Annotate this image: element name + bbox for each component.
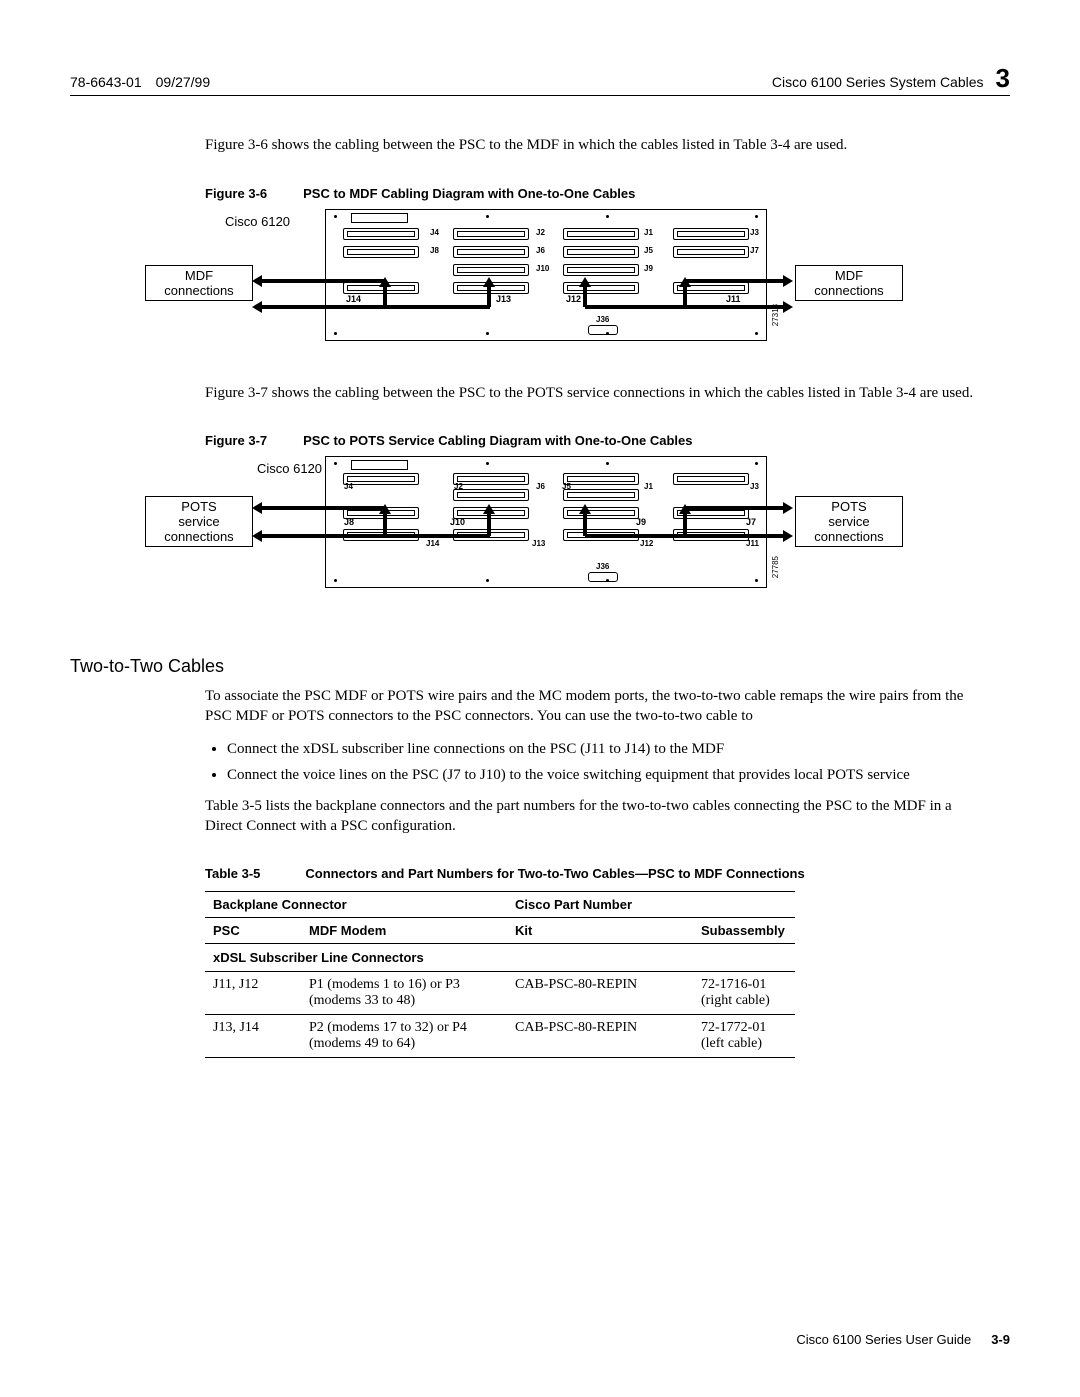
table-3-5-caption: Table 3-5 Connectors and Part Numbers fo… (205, 866, 990, 881)
figure-label: Figure 3-7 (205, 433, 267, 448)
page-header: 78-6643-01 09/27/99 Cisco 6100 Series Sy… (70, 65, 1010, 96)
table-row: J11, J12 P1 (modems 1 to 16) or P3 (mode… (205, 972, 795, 1015)
col-header: Subassembly (693, 918, 795, 944)
section-heading: Two-to-Two Cables (70, 656, 990, 677)
figure-3-6-caption: Figure 3-6 PSC to MDF Cabling Diagram wi… (205, 186, 990, 201)
header-title: Cisco 6100 Series System Cables (772, 74, 984, 90)
document-date: 09/27/99 (156, 74, 211, 90)
device-label: Cisco 6120 (225, 214, 290, 230)
document-id: 78-6643-01 (70, 74, 142, 90)
section-para-1: To associate the PSC MDF or POTS wire pa… (205, 687, 990, 726)
intro-paragraph-1: Figure 3-6 shows the cabling between the… (205, 136, 990, 156)
section-para-2: Table 3-5 lists the backplane connectors… (205, 797, 990, 836)
list-item: Connect the xDSL subscriber line connect… (227, 740, 990, 760)
col-header: PSC (205, 918, 301, 944)
col-header: Kit (507, 918, 693, 944)
table-label: Table 3-5 (205, 866, 260, 881)
col-header: MDF Modem (301, 918, 507, 944)
right-box: POTSserviceconnections (795, 496, 903, 547)
col-header: Cisco Part Number (507, 892, 795, 918)
table-row: J13, J14 P2 (modems 17 to 32) or P4 (mod… (205, 1015, 795, 1058)
chapter-number: 3 (996, 65, 1010, 91)
left-box: MDFconnections (145, 265, 253, 301)
table-3-5: Backplane Connector Cisco Part Number PS… (205, 891, 795, 1058)
list-item: Connect the voice lines on the PSC (J7 t… (227, 766, 990, 786)
page-content: Figure 3-6 shows the cabling between the… (205, 136, 990, 1058)
col-header: Backplane Connector (205, 892, 507, 918)
figure-3-6-diagram: Cisco 6120 MDFconnections MDFconnections… (205, 209, 990, 354)
figure-title: PSC to MDF Cabling Diagram with One-to-O… (303, 186, 635, 201)
page-number: 3-9 (991, 1332, 1010, 1347)
table-title: Connectors and Part Numbers for Two-to-T… (305, 866, 804, 881)
right-box: MDFconnections (795, 265, 903, 301)
intro-paragraph-2: Figure 3-7 shows the cabling between the… (205, 384, 990, 404)
figure-id: 27318 (771, 304, 780, 326)
footer-title: Cisco 6100 Series User Guide (796, 1332, 971, 1347)
device-label: Cisco 6120 (257, 461, 322, 477)
page-footer: Cisco 6100 Series User Guide 3-9 (796, 1332, 1010, 1347)
figure-label: Figure 3-6 (205, 186, 267, 201)
figure-id: 27785 (771, 556, 780, 578)
bullet-list: Connect the xDSL subscriber line connect… (205, 740, 990, 785)
table-section: xDSL Subscriber Line Connectors (205, 944, 795, 972)
figure-3-7-diagram: Cisco 6120 POTSserviceconnections POTSse… (205, 456, 990, 606)
left-box: POTSserviceconnections (145, 496, 253, 547)
figure-3-7-caption: Figure 3-7 PSC to POTS Service Cabling D… (205, 433, 990, 448)
figure-title: PSC to POTS Service Cabling Diagram with… (303, 433, 692, 448)
